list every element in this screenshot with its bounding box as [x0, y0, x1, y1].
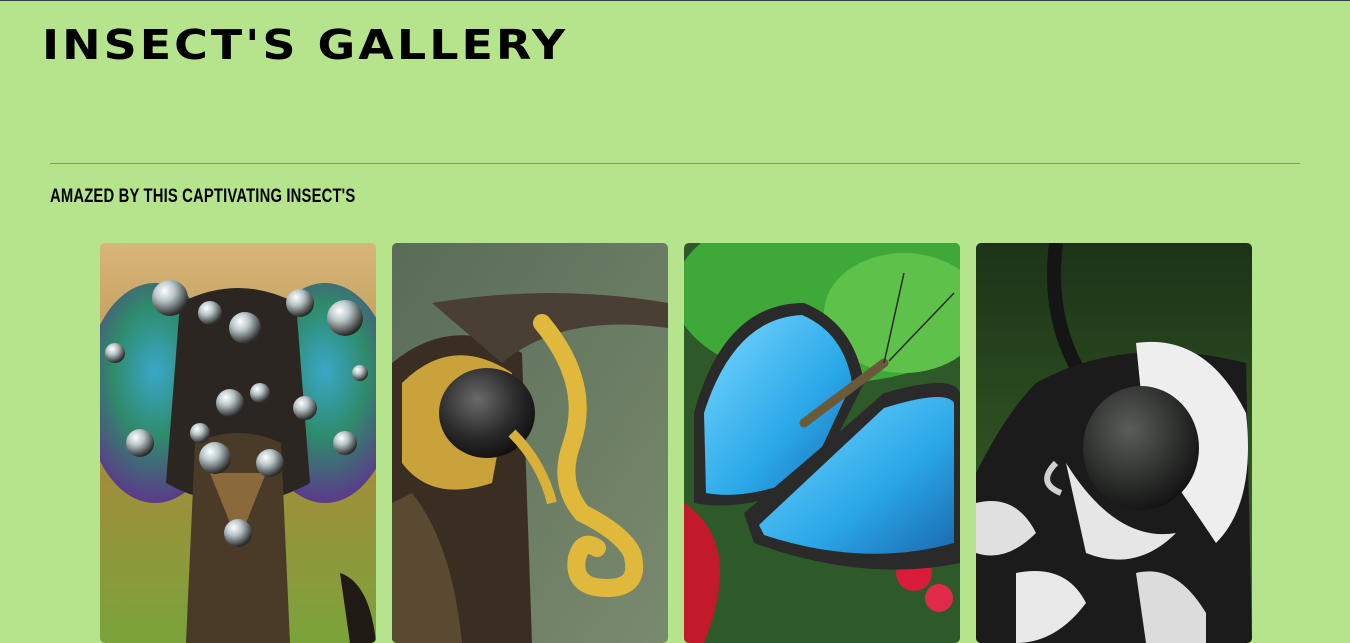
gallery-image-moth[interactable] [392, 243, 668, 643]
gallery-image-white-moth[interactable] [976, 243, 1252, 643]
gallery-image-butterfly[interactable] [684, 243, 960, 643]
gallery-image-fly[interactable] [100, 243, 376, 643]
insect-gallery [100, 243, 1252, 643]
section-divider [50, 163, 1300, 164]
site-title: INSECT'S GALLERY [42, 20, 569, 69]
gallery-subtitle: AMAZED BY THIS CAPTIVATING INSECT'S [50, 186, 356, 207]
